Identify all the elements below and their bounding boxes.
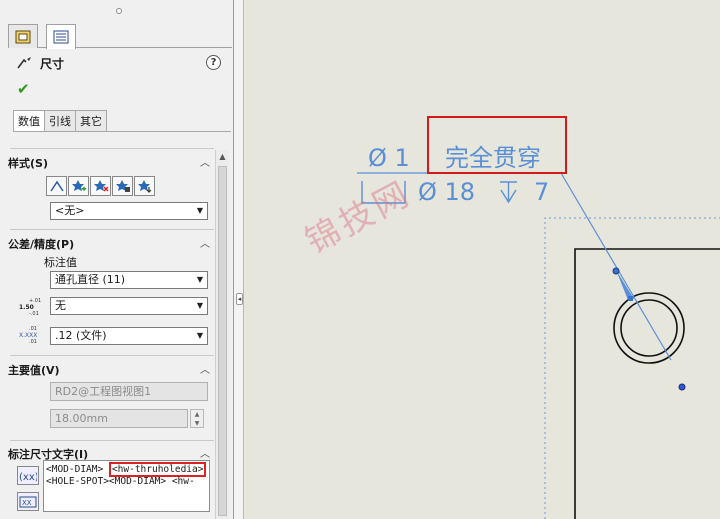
panel-grip-icon[interactable] <box>116 8 122 14</box>
property-manager-panel: 尺寸 ? ✔ 数值 引线 其它 样式(S) ︿ <无> ▼ 公差/精度(P) ︿… <box>0 0 234 519</box>
subtabs-divider <box>13 131 231 132</box>
dimension-icon <box>17 56 31 68</box>
value-spinner[interactable]: ▲ ▼ <box>190 409 204 428</box>
panel-title: 尺寸 <box>40 57 65 71</box>
panel-splitter[interactable] <box>234 0 244 519</box>
add-style-icon[interactable] <box>68 176 89 196</box>
callout-highlight-box <box>427 116 567 174</box>
tab-other[interactable]: 其它 <box>75 110 107 132</box>
primary-value-reference-field[interactable]: RD2@工程图视图1 <box>50 382 208 401</box>
tab-dimxpert[interactable] <box>8 24 38 48</box>
tab-property-manager[interactable] <box>46 24 76 49</box>
value-tabs: 数值 引线 其它 <box>13 110 107 132</box>
chevron-down-icon: ▼ <box>196 275 203 284</box>
insert-dimension-icon[interactable]: (xx) <box>17 466 39 485</box>
dimtext-token-thruholedia: <hw-thruholedia> <box>108 462 207 477</box>
property-manager-icon <box>53 30 69 44</box>
load-style-icon[interactable] <box>134 176 155 196</box>
scroll-up-icon[interactable]: ▲ <box>216 150 229 163</box>
svg-text:-.01: -.01 <box>29 311 39 316</box>
svg-text:X.XXX: X.XXX <box>19 332 37 339</box>
panel-tabbar <box>8 24 232 49</box>
primary-value-section-title: 主要值(V) <box>8 364 60 377</box>
callout-line1-symbol: Ø 1 <box>368 144 410 172</box>
svg-text:XX: XX <box>22 499 32 507</box>
dimtext-token-mod-diam: <MOD-DIAM> <box>46 464 104 475</box>
dimxpert-icon <box>15 30 31 43</box>
ok-check-button[interactable]: ✔ <box>17 80 30 98</box>
dimension-text-editor[interactable]: <MOD-DIAM> <hw-thruholedia> <HOLE-SPOT><… <box>43 460 210 512</box>
svg-text:.01: .01 <box>29 339 37 344</box>
chevron-down-icon: ▼ <box>196 206 203 215</box>
save-style-icon[interactable] <box>112 176 133 196</box>
override-value-icon[interactable]: XX <box>17 492 39 511</box>
scrollbar-thumb[interactable] <box>218 166 227 516</box>
tab-values[interactable]: 数值 <box>13 110 45 132</box>
apply-default-style-icon[interactable] <box>46 176 67 196</box>
panel-scrollbar[interactable]: ▲ <box>215 150 229 519</box>
callout-line2-depth: 7 <box>534 178 549 206</box>
tolerance-type-select-value: 无 <box>55 299 66 312</box>
chevron-down-icon: ▼ <box>196 301 203 310</box>
dimension-text-line-2: <HOLE-SPOT><MOD-DIAM> <hw- <box>46 476 195 487</box>
tolerance-type-icon: +.01 1.50 -.01 <box>19 298 41 318</box>
svg-text:1.50: 1.50 <box>19 304 34 311</box>
style-select-value: <无> <box>55 204 85 217</box>
precision-select-value: .12 (文件) <box>55 329 107 342</box>
tolerance-section-title: 公差/精度(P) <box>8 238 75 251</box>
collapse-panel-handle[interactable]: ◂ <box>236 293 243 305</box>
dimension-text-line-1: <MOD-DIAM> <hw-thruholedia> <box>46 462 207 477</box>
callout-value-label: 标注值 <box>44 256 77 269</box>
callout-value-select-value: 通孔直径 (11) <box>55 273 126 286</box>
primary-value-field[interactable]: 18.00mm <box>50 409 188 428</box>
callout-value-select[interactable]: 通孔直径 (11) ▼ <box>50 271 208 289</box>
chevron-down-icon: ▼ <box>196 331 203 340</box>
precision-icon: .01 X.XXX .01 <box>19 326 41 346</box>
precision-select[interactable]: .12 (文件) ▼ <box>50 327 208 345</box>
tolerance-type-select[interactable]: 无 ▼ <box>50 297 208 315</box>
style-section-title: 样式(S) <box>8 157 48 170</box>
delete-style-icon[interactable] <box>90 176 111 196</box>
tab-leaders[interactable]: 引线 <box>44 110 76 132</box>
callout-line2-diameter: Ø 18 <box>418 178 475 206</box>
help-icon[interactable]: ? <box>206 55 221 70</box>
style-select[interactable]: <无> ▼ <box>50 202 208 220</box>
svg-text:(xx): (xx) <box>19 472 37 482</box>
panel-title-row: 尺寸 <box>16 55 64 72</box>
style-toolbar <box>46 176 155 196</box>
